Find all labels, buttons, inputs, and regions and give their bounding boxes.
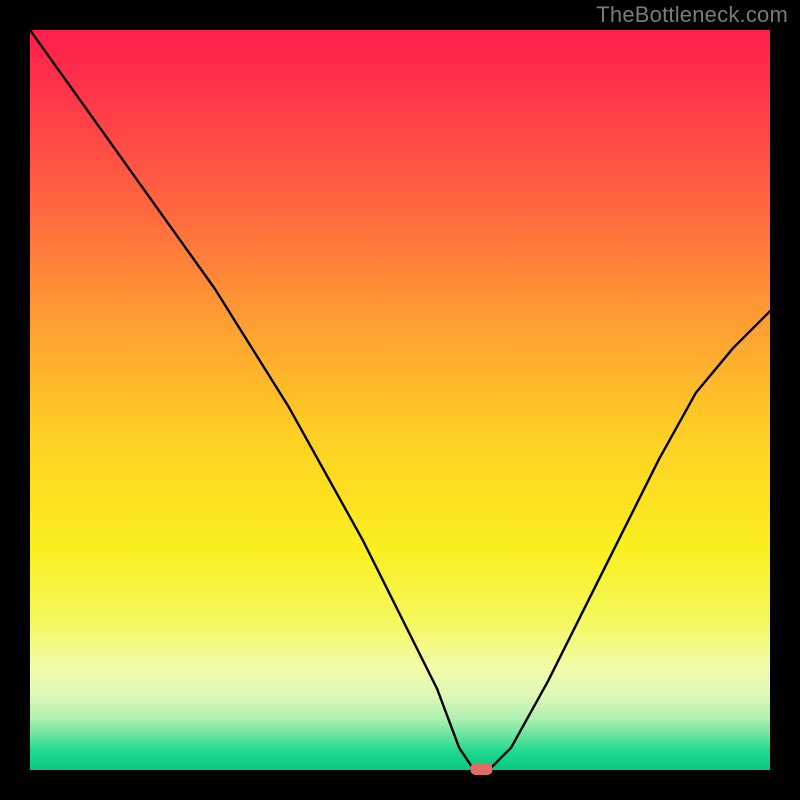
optimum-marker — [470, 763, 492, 775]
plot-background — [30, 30, 770, 770]
bottleneck-chart — [0, 0, 800, 800]
watermark-text: TheBottleneck.com — [596, 2, 788, 28]
chart-container: TheBottleneck.com — [0, 0, 800, 800]
